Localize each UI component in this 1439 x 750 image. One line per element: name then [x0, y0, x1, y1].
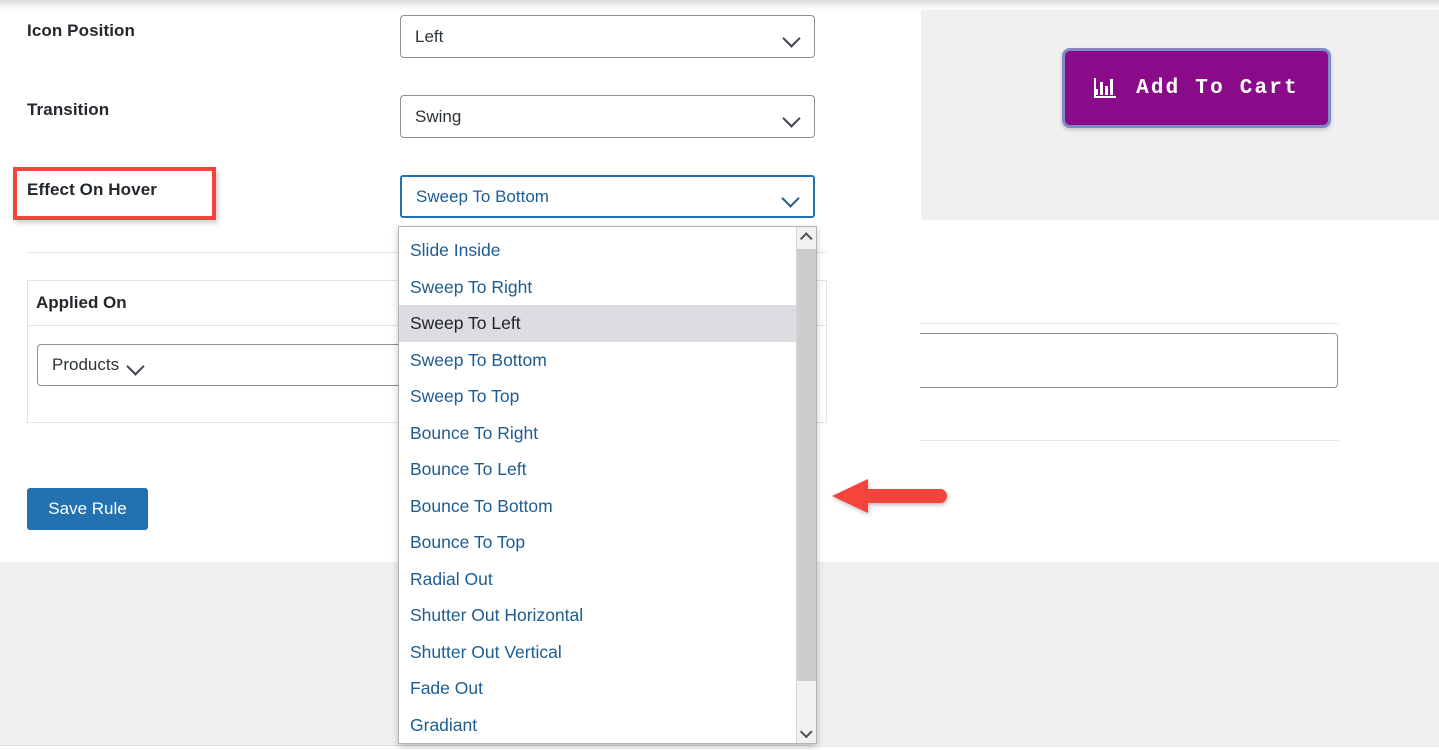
select-icon-position[interactable]: Left: [400, 15, 815, 58]
footer-divider-right: [810, 746, 1439, 747]
footer-divider-left: [0, 745, 810, 746]
dropdown-scrollbar[interactable]: [796, 227, 816, 743]
save-rule-button[interactable]: Save Rule: [27, 488, 148, 530]
scroll-down-button[interactable]: [797, 723, 816, 743]
label-transition: Transition: [27, 100, 109, 120]
dropdown-option[interactable]: Gradiant: [399, 707, 797, 744]
dropdown-option[interactable]: Bounce To Bottom: [399, 488, 797, 525]
select-icon-position-value: Left: [415, 27, 775, 47]
chevron-up-icon: [802, 233, 811, 242]
pointer-arrow-icon: [832, 478, 947, 514]
label-effect-on-hover: Effect On Hover: [27, 180, 157, 200]
effect-on-hover-dropdown-list[interactable]: Slide InsideSweep To RightSweep To LeftS…: [398, 226, 817, 744]
chevron-down-icon: [782, 192, 799, 202]
add-to-cart-label: Add To Cart: [1136, 77, 1299, 100]
chevron-down-icon: [783, 112, 800, 122]
select-transition[interactable]: Swing: [400, 95, 815, 138]
dropdown-option[interactable]: Fade Out: [399, 670, 797, 707]
dropdown-option[interactable]: Bounce To Right: [399, 415, 797, 452]
select-effect-on-hover[interactable]: Sweep To Bottom: [400, 175, 815, 218]
select-effect-on-hover-value: Sweep To Bottom: [416, 187, 774, 207]
dropdown-option[interactable]: Slide Inside: [399, 232, 797, 269]
dropdown-option[interactable]: Sweep To Bottom: [399, 342, 797, 379]
chevron-down-icon: [802, 729, 811, 738]
label-icon-position: Icon Position: [27, 21, 135, 41]
dropdown-option[interactable]: Bounce To Left: [399, 451, 797, 488]
scroll-up-button[interactable]: [797, 227, 816, 247]
dropdown-option[interactable]: Shutter Out Horizontal: [399, 597, 797, 634]
dropdown-option[interactable]: Radial Out: [399, 561, 797, 598]
select-transition-value: Swing: [415, 107, 775, 127]
scrollbar-thumb[interactable]: [797, 249, 816, 681]
dropdown-option[interactable]: Sweep To Right: [399, 269, 797, 306]
add-to-cart-button[interactable]: Add To Cart: [1062, 48, 1331, 128]
dropdown-option[interactable]: Bounce To Top: [399, 524, 797, 561]
dropdown-options-container[interactable]: Slide InsideSweep To RightSweep To LeftS…: [399, 227, 797, 743]
chevron-down-icon: [783, 32, 800, 42]
select-applied-on-value: Products: [52, 355, 119, 375]
dropdown-option[interactable]: Sweep To Left: [399, 305, 797, 342]
dropdown-option[interactable]: Sweep To Top: [399, 378, 797, 415]
dropdown-option[interactable]: Shutter Out Vertical: [399, 634, 797, 671]
select-applied-on[interactable]: Products: [37, 344, 407, 386]
page-root: ed products) Icon Position Transition Ef…: [0, 0, 1439, 750]
chevron-down-icon: [127, 360, 144, 370]
bar-chart-icon: [1094, 78, 1116, 98]
